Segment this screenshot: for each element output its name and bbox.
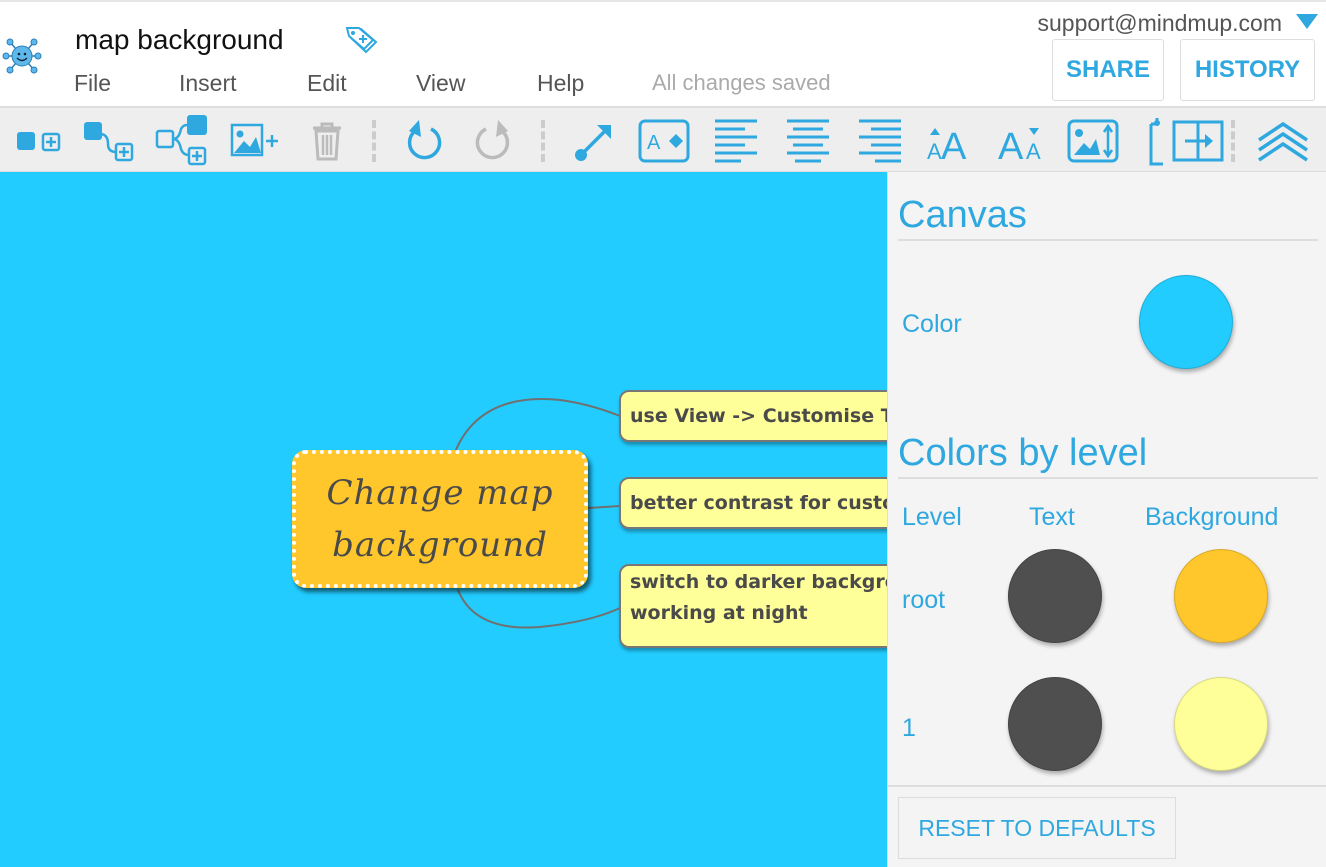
customise-panel: Canvas Color Colors by level Level Text … (887, 172, 1326, 867)
root-background-color-swatch[interactable] (1174, 549, 1268, 643)
menu-insert[interactable]: Insert (179, 70, 237, 97)
levels-heading: Colors by level (898, 432, 1318, 479)
add-child-icon[interactable] (80, 116, 136, 166)
child-node[interactable]: switch to darker backgro working at nigh… (619, 564, 887, 648)
header: map background File Insert Edit View Hel… (0, 0, 1326, 108)
redo-icon[interactable] (466, 116, 522, 166)
level-label: 1 (902, 714, 916, 742)
canvas-color-label: Color (902, 310, 962, 338)
column-guide-icon[interactable] (1140, 116, 1170, 166)
menu-view[interactable]: View (416, 70, 465, 97)
user-account[interactable]: support@mindmup.com (1038, 10, 1283, 37)
canvas-color-swatch[interactable] (1139, 275, 1233, 369)
add-sibling-icon[interactable] (12, 116, 68, 166)
child-node-line: working at night (630, 602, 808, 624)
add-image-icon[interactable] (228, 116, 284, 166)
child-node[interactable]: better contrast for custo (619, 477, 887, 529)
menu-edit[interactable]: Edit (307, 70, 347, 97)
svg-text:A: A (927, 139, 942, 164)
level1-text-color-swatch[interactable] (1008, 677, 1102, 771)
align-left-icon[interactable] (708, 116, 764, 166)
toolbar-divider (541, 120, 545, 162)
background-column-header: Background (1145, 503, 1279, 531)
toolbar-divider (372, 120, 376, 162)
reset-to-defaults-button[interactable]: RESET TO DEFAULTS (898, 797, 1176, 859)
mindmup-logo-icon[interactable] (2, 36, 42, 76)
toolbar: A AA AA (0, 108, 1326, 172)
connector-line (587, 505, 621, 509)
level-column-header: Level (902, 503, 962, 531)
collapse-toolbar-icon[interactable] (1255, 116, 1311, 166)
share-button[interactable]: SHARE (1052, 39, 1164, 101)
text-style-icon[interactable]: A (636, 116, 692, 166)
history-button[interactable]: HISTORY (1180, 39, 1315, 101)
connector-line (457, 589, 621, 629)
connect-arrow-icon[interactable] (565, 116, 621, 166)
caret-down-icon[interactable] (1296, 14, 1318, 29)
child-node-line: switch to darker backgro (630, 571, 887, 593)
canvas-heading: Canvas (898, 194, 1318, 241)
level-label: root (902, 586, 946, 614)
toolbar-divider (1231, 120, 1235, 162)
root-node[interactable]: Change map background (292, 450, 588, 588)
level1-background-color-swatch[interactable] (1174, 677, 1268, 771)
child-node[interactable]: use View -> Customise Th (619, 390, 887, 442)
menu-help[interactable]: Help (537, 70, 584, 97)
undo-icon[interactable] (395, 116, 451, 166)
menu-file[interactable]: File (74, 70, 111, 97)
connector-line (454, 398, 621, 453)
panel-footer: RESET TO DEFAULTS (888, 785, 1326, 867)
map-title[interactable]: map background (75, 24, 284, 56)
tag-add-icon[interactable] (345, 26, 379, 54)
image-resize-icon[interactable] (1065, 116, 1121, 166)
increase-font-icon[interactable]: AA (923, 116, 979, 166)
trash-icon[interactable] (299, 116, 355, 166)
decrease-font-icon[interactable]: AA (994, 116, 1050, 166)
add-subtree-icon[interactable] (153, 115, 209, 166)
svg-text:A: A (941, 126, 967, 165)
panel-toggle-icon[interactable] (1170, 116, 1226, 166)
save-status: All changes saved (652, 70, 831, 95)
svg-text:A: A (998, 126, 1024, 165)
root-text-color-swatch[interactable] (1008, 549, 1102, 643)
align-center-icon[interactable] (780, 116, 836, 166)
align-right-icon[interactable] (852, 116, 908, 166)
map-canvas[interactable]: Change map background use View -> Custom… (0, 172, 887, 867)
svg-text:A: A (647, 132, 661, 154)
text-column-header: Text (1029, 503, 1075, 531)
svg-text:A: A (1026, 139, 1041, 164)
